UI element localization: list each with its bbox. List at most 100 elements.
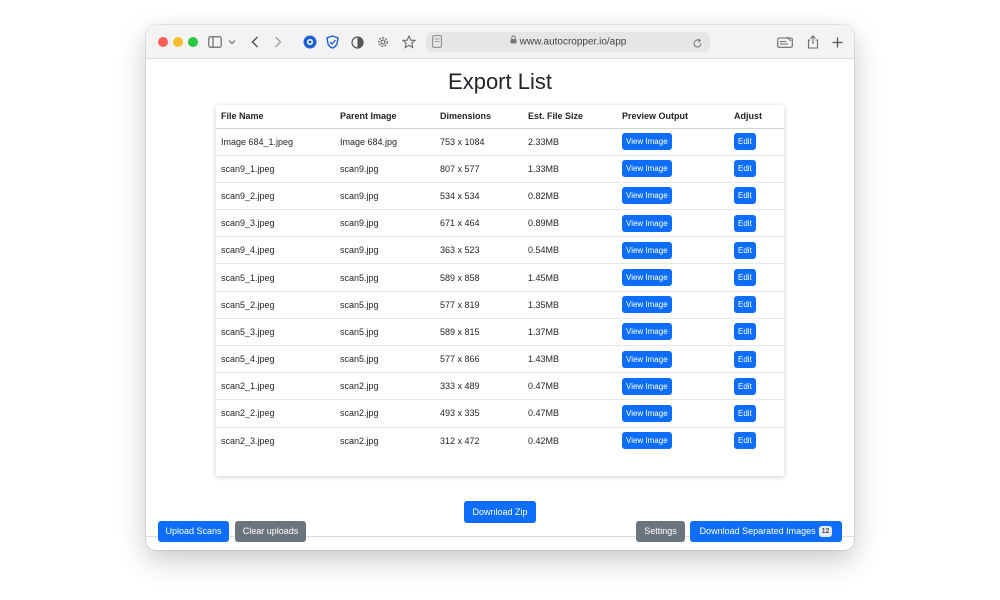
- zoom-window-button[interactable]: [188, 37, 198, 47]
- adjust-cell: Edit: [729, 128, 784, 156]
- edit-button[interactable]: Edit: [734, 187, 756, 205]
- table-row: scan9_4.jpeg scan9.jpg 363 x 523 0.54MB View…: [216, 236, 784, 265]
- preview-cell: View Image: [617, 427, 729, 454]
- preview-cell: View Image: [617, 345, 729, 374]
- edit-button[interactable]: Edit: [734, 269, 756, 287]
- view-image-button[interactable]: View Image: [622, 432, 672, 450]
- adjust-cell: Edit: [729, 345, 784, 374]
- parent-image-cell: scan2.jpg: [335, 399, 435, 428]
- file-size-cell: 0.47MB: [523, 399, 617, 428]
- upload-scans-button[interactable]: Upload Scans: [158, 521, 229, 542]
- preview-cell: View Image: [617, 399, 729, 428]
- file-name-cell: scan5_3.jpeg: [216, 318, 335, 347]
- view-image-button[interactable]: View Image: [622, 133, 672, 151]
- forward-icon[interactable]: [274, 33, 282, 51]
- edit-button[interactable]: Edit: [734, 133, 756, 151]
- edit-button[interactable]: Edit: [734, 296, 756, 314]
- header-file-name: File Name: [216, 105, 335, 129]
- adjust-cell: Edit: [729, 263, 784, 292]
- file-name-cell: scan9_4.jpeg: [216, 236, 335, 265]
- privacy-icon[interactable]: [303, 33, 317, 51]
- gear-icon[interactable]: [376, 33, 390, 51]
- edit-button[interactable]: Edit: [734, 404, 756, 422]
- lock-icon: [510, 32, 517, 52]
- adjust-cell: Edit: [729, 372, 784, 401]
- table-row: scan9_1.jpeg scan9.jpg 807 x 577 1.33MB View…: [216, 155, 784, 183]
- preview-cell: View Image: [617, 209, 729, 238]
- dimensions-cell: 333 x 489: [435, 372, 523, 401]
- adjust-cell: Edit: [729, 236, 784, 265]
- edit-button[interactable]: Edit: [734, 241, 756, 259]
- close-window-button[interactable]: [158, 37, 168, 47]
- edit-button[interactable]: Edit: [734, 350, 756, 368]
- view-image-button[interactable]: View Image: [622, 323, 672, 341]
- sidebar-icon[interactable]: [208, 33, 222, 51]
- view-image-button[interactable]: View Image: [622, 269, 672, 287]
- contrast-icon[interactable]: [351, 33, 364, 51]
- dimensions-cell: 493 x 335: [435, 399, 523, 428]
- header-preview-output: Preview Output: [617, 105, 729, 129]
- dimensions-cell: 753 x 1084: [435, 128, 523, 156]
- view-image-button[interactable]: View Image: [622, 296, 672, 314]
- table-row: scan5_2.jpeg scan5.jpg 577 x 819 1.35MB View…: [216, 291, 784, 319]
- table-row: scan5_4.jpeg scan5.jpg 577 x 866 1.43MB View…: [216, 345, 784, 374]
- edit-button[interactable]: Edit: [734, 160, 756, 178]
- share-icon[interactable]: [807, 33, 819, 51]
- export-table: File Name Parent Image Dimensions Est. F…: [216, 105, 784, 454]
- view-image-button[interactable]: View Image: [622, 187, 672, 205]
- star-icon[interactable]: [402, 33, 416, 51]
- edit-button[interactable]: Edit: [734, 323, 756, 341]
- minimize-window-button[interactable]: [173, 37, 183, 47]
- edit-button[interactable]: Edit: [734, 377, 756, 395]
- adjust-cell: Edit: [729, 182, 784, 211]
- table-row: scan2_3.jpeg scan2.jpg 312 x 472 0.42MB View…: [216, 427, 784, 454]
- download-zip-button[interactable]: Download Zip: [464, 501, 536, 523]
- parent-image-cell: Image 684.jpg: [335, 128, 435, 156]
- view-image-button[interactable]: View Image: [622, 350, 672, 368]
- reload-icon[interactable]: [692, 36, 703, 54]
- file-size-cell: 0.54MB: [523, 236, 617, 265]
- view-image-button[interactable]: View Image: [622, 377, 672, 395]
- view-image-button[interactable]: View Image: [622, 404, 672, 422]
- view-image-button[interactable]: View Image: [622, 160, 672, 178]
- parent-image-cell: scan9.jpg: [335, 182, 435, 211]
- view-image-button[interactable]: View Image: [622, 241, 672, 259]
- chevron-down-icon[interactable]: [228, 33, 236, 51]
- adjust-cell: Edit: [729, 318, 784, 347]
- reader-icon[interactable]: [777, 33, 793, 51]
- edit-button[interactable]: Edit: [734, 214, 756, 232]
- clear-uploads-button[interactable]: Clear uploads: [235, 521, 306, 542]
- back-icon[interactable]: [251, 33, 259, 51]
- table-header-row: File Name Parent Image Dimensions Est. F…: [216, 105, 784, 129]
- table-row: scan5_3.jpeg scan5.jpg 589 x 815 1.37MB View…: [216, 318, 784, 347]
- file-name-cell: scan5_4.jpeg: [216, 345, 335, 374]
- dimensions-cell: 807 x 577: [435, 155, 523, 183]
- file-size-cell: 1.33MB: [523, 155, 617, 183]
- table-row: scan2_1.jpeg scan2.jpg 333 x 489 0.47MB View…: [216, 372, 784, 401]
- file-name-cell: Image 684_1.jpeg: [216, 128, 335, 156]
- preview-cell: View Image: [617, 372, 729, 401]
- shield-icon[interactable]: [326, 33, 339, 51]
- dimensions-cell: 534 x 534: [435, 182, 523, 211]
- file-name-cell: scan9_2.jpeg: [216, 182, 335, 211]
- dimensions-cell: 312 x 472: [440, 435, 480, 446]
- adjust-cell: Edit: [729, 427, 784, 454]
- stage: www.autocropper.io/app Export List File …: [0, 0, 1000, 600]
- file-size-cell: 1.43MB: [523, 345, 617, 374]
- file-size-cell: 1.35MB: [523, 291, 617, 319]
- address-bar[interactable]: www.autocropper.io/app: [426, 32, 710, 52]
- export-table-card: File Name Parent Image Dimensions Est. F…: [216, 105, 784, 476]
- header-file-size: Est. File Size: [523, 105, 617, 129]
- table-row: scan9_2.jpeg scan9.jpg 534 x 534 0.82MB View…: [216, 182, 784, 211]
- view-image-button[interactable]: View Image: [622, 214, 672, 232]
- page-content: Export List File Name Parent Image Dimen…: [146, 60, 854, 550]
- table-row: scan5_1.jpeg scan5.jpg 589 x 858 1.45MB View…: [216, 263, 784, 292]
- file-size-cell: 0.89MB: [523, 209, 617, 238]
- edit-button[interactable]: Edit: [734, 432, 756, 450]
- dimensions-cell: 589 x 858: [435, 263, 523, 292]
- parent-image-cell: scan2.jpg: [340, 435, 379, 446]
- download-separated-button[interactable]: Download Separated Images 12: [690, 521, 842, 542]
- plus-icon[interactable]: [832, 33, 843, 51]
- preview-cell: View Image: [617, 318, 729, 347]
- settings-button[interactable]: Settings: [636, 521, 685, 542]
